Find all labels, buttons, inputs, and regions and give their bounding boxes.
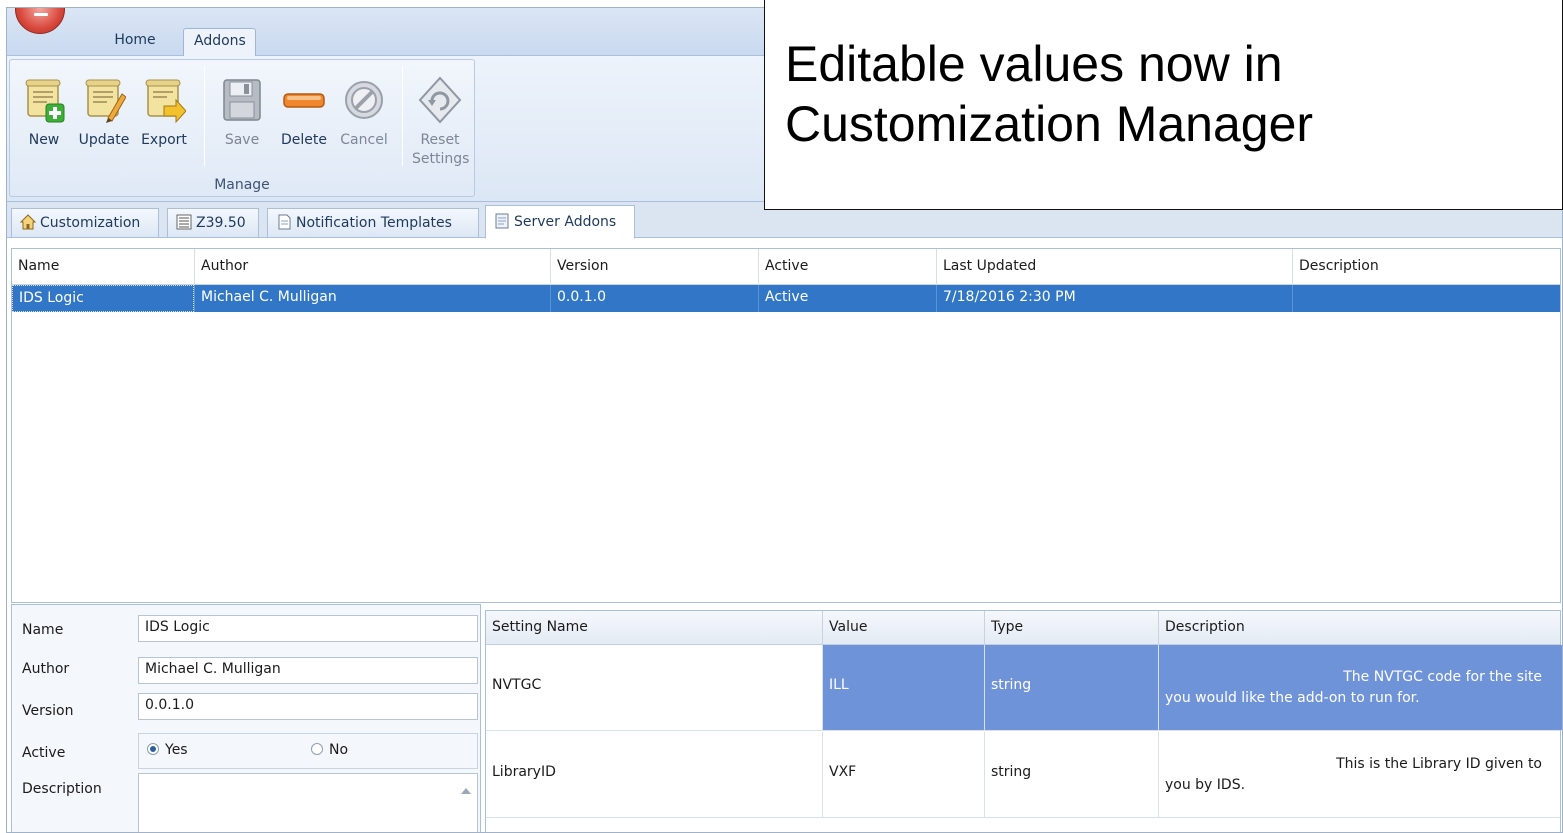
author-field[interactable]: Michael C. Mulligan <box>138 657 478 684</box>
column-header-author[interactable]: Author <box>194 249 550 285</box>
save-label: Save <box>224 132 260 148</box>
column-header-value[interactable]: Value <box>822 611 984 645</box>
setting-type-cell: string <box>984 645 1158 730</box>
setting-description-line2: you would like the add-on to run for. <box>1165 690 1420 706</box>
setting-value-cell[interactable]: VXF <box>822 732 984 817</box>
active-radio-group: Yes No <box>138 733 478 769</box>
tab-server-addons[interactable]: Server Addons <box>485 205 635 239</box>
description-label: Description <box>22 781 102 797</box>
document-icon <box>278 214 291 230</box>
active-no-label: No <box>329 742 349 758</box>
callout-line2: Customization Manager <box>785 96 1314 152</box>
version-label: Version <box>22 703 74 719</box>
home-icon <box>20 214 36 230</box>
cell-description <box>1292 285 1560 312</box>
callout-annotation: Editable values now in Customization Man… <box>764 0 1563 210</box>
setting-name-cell: NVTGC <box>492 677 542 693</box>
application-menu-button[interactable] <box>15 8 65 34</box>
tab-z3950-label: Z39.50 <box>196 215 246 231</box>
active-label: Active <box>22 745 66 761</box>
cell-author: Michael C. Mulligan <box>194 285 550 312</box>
setting-name-cell: LibraryID <box>492 764 556 780</box>
list-icon <box>176 214 192 230</box>
manage-group: New Update Export Save Delete Cancel Res… <box>9 59 475 197</box>
setting-description-line1: The NVTGC code for the site <box>1343 669 1542 685</box>
tab-notification-templates-label: Notification Templates <box>296 215 452 231</box>
version-field[interactable]: 0.0.1.0 <box>138 693 478 720</box>
export-label: Export <box>141 132 187 148</box>
addons-grid: Name Author Version Active Last Updated … <box>11 248 1561 603</box>
setting-description-line1: This is the Library ID given to <box>1336 756 1542 772</box>
callout-text: Editable values now in Customization Man… <box>785 34 1313 154</box>
setting-value-cell[interactable]: ILL <box>822 645 984 730</box>
reset-diamond-icon <box>418 76 462 124</box>
tab-customization-label: Customization <box>40 215 141 231</box>
column-header-setting-name[interactable]: Setting Name <box>486 611 822 645</box>
description-textarea[interactable] <box>138 773 478 832</box>
cell-active: Active <box>758 285 936 312</box>
cancel-button[interactable]: Cancel <box>336 76 392 166</box>
callout-line1: Editable values now in <box>785 36 1283 92</box>
ribbon-separator <box>402 66 403 166</box>
cell-last-updated: 7/18/2016 2:30 PM <box>936 285 1292 312</box>
setting-description-cell: This is the Library ID given to you by I… <box>1158 732 1562 817</box>
new-label: New <box>28 132 60 148</box>
radio-no-icon <box>311 743 323 755</box>
scroll-icon <box>495 213 509 229</box>
addon-details-panel: Name IDS Logic Author Michael C. Mulliga… <box>11 604 481 832</box>
delete-button[interactable]: Delete <box>276 76 332 166</box>
ribbon-tab-addons[interactable]: Addons <box>183 28 256 57</box>
scroll-up-arrow-icon[interactable] <box>461 788 471 794</box>
settings-header: Setting Name Value Type Description <box>486 611 1560 645</box>
delete-minus-icon <box>283 93 325 108</box>
update-label: Update <box>78 132 130 148</box>
tab-notification-templates[interactable]: Notification Templates <box>267 208 479 238</box>
active-yes-option[interactable]: Yes <box>147 742 188 758</box>
reset-settings-button[interactable]: Reset Settings <box>412 76 470 167</box>
name-field[interactable]: IDS Logic <box>138 615 478 642</box>
tab-customization[interactable]: Customization <box>11 208 159 238</box>
cancel-label: Cancel <box>340 132 388 148</box>
setting-row[interactable]: NVTGC ILL string The NVTGC code for the … <box>486 645 1562 731</box>
new-button[interactable]: New <box>16 76 72 166</box>
reset-label-line2: Settings <box>412 151 470 167</box>
save-button[interactable]: Save <box>214 76 270 166</box>
reset-label-line1: Reset <box>420 132 460 148</box>
ribbon-separator <box>204 66 205 166</box>
column-header-active[interactable]: Active <box>758 249 936 285</box>
column-header-type[interactable]: Type <box>984 611 1158 645</box>
settings-grid: Setting Name Value Type Description NVTG… <box>485 610 1562 832</box>
setting-row[interactable]: LibraryID VXF string This is the Library… <box>486 732 1560 818</box>
update-button[interactable]: Update <box>76 76 132 166</box>
column-header-version[interactable]: Version <box>550 249 758 285</box>
manage-group-label: Manage <box>214 177 270 193</box>
setting-description-line2: you by IDS. <box>1165 777 1246 793</box>
column-header-last-updated[interactable]: Last Updated <box>936 249 1292 285</box>
save-disk-icon <box>223 79 261 121</box>
column-header-description[interactable]: Description <box>1292 249 1560 285</box>
author-label: Author <box>22 661 70 677</box>
table-row[interactable]: IDS Logic Michael C. Mulligan 0.0.1.0 Ac… <box>12 285 1560 312</box>
column-header-setting-description[interactable]: Description <box>1158 611 1562 645</box>
cell-name: IDS Logic <box>12 285 194 312</box>
tab-z3950[interactable]: Z39.50 <box>167 208 259 238</box>
active-yes-label: Yes <box>165 742 188 758</box>
cancel-prohibit-icon <box>345 81 383 119</box>
menu-icon <box>34 13 48 16</box>
tab-server-addons-label: Server Addons <box>514 214 617 230</box>
name-label: Name <box>22 622 64 638</box>
ribbon-tab-home[interactable]: Home <box>87 28 183 57</box>
cell-version: 0.0.1.0 <box>550 285 758 312</box>
update-scroll-icon <box>85 79 126 123</box>
new-scroll-icon <box>25 79 65 123</box>
setting-type-cell: string <box>984 732 1158 817</box>
setting-description-cell: The NVTGC code for the site you would li… <box>1158 645 1562 730</box>
export-scroll-icon <box>145 79 186 124</box>
grid-header: Name Author Version Active Last Updated … <box>12 249 1560 285</box>
export-button[interactable]: Export <box>136 76 192 166</box>
radio-yes-icon <box>147 743 159 755</box>
delete-label: Delete <box>281 132 327 148</box>
active-no-option[interactable]: No <box>311 742 348 758</box>
column-header-name[interactable]: Name <box>12 249 194 285</box>
